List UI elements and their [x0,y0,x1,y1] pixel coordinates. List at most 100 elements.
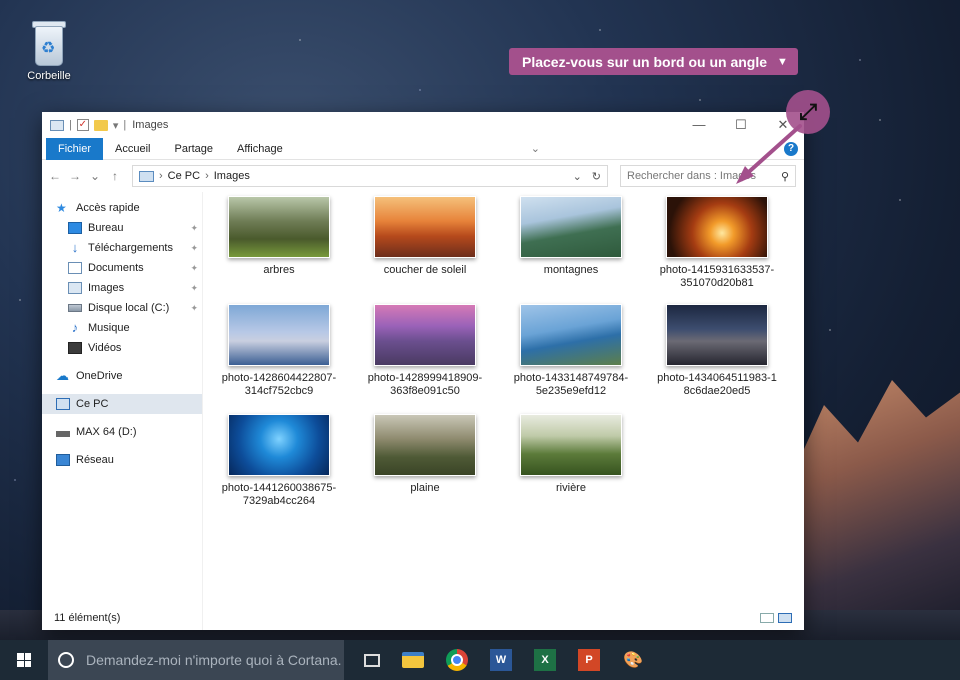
file-tile[interactable]: montagnes [511,196,631,277]
properties-icon[interactable]: ✓ [76,119,89,131]
file-tile[interactable]: photo-1434064511983-18c6dae20ed5 [657,304,777,398]
tab-share[interactable]: Partage [162,138,225,160]
ribbon-tabs: Fichier Accueil Partage Affichage ⌄ ? [42,137,804,160]
usb-drive-icon [56,431,70,437]
navigation-bar: ← → ⌄ ↑ › Ce PC › Images ⌄ ↻ Rechercher … [42,160,804,192]
sidebar-item-images[interactable]: Images ✦ [42,278,202,298]
thumbnail-snow-peak [228,304,330,366]
thumbnail-river [520,414,622,476]
tab-file[interactable]: Fichier [46,137,104,160]
file-name: rivière [556,482,586,494]
search-box[interactable]: Rechercher dans : Images ⚲ [620,165,796,187]
sidebar-item-music[interactable]: ♪ Musique [42,318,202,338]
cortana-placeholder: Demandez-moi n'importe quoi à Cortana. [86,652,342,668]
excel-icon[interactable]: X [534,649,556,671]
file-name: photo-1415931633537-351070d20b81 [659,264,775,289]
powerpoint-icon[interactable]: P [578,649,600,671]
file-tile[interactable]: plaine [365,414,485,495]
chrome-icon[interactable] [446,649,468,671]
hint-tooltip: Placez-vous sur un bord ou un angle ▼ [509,48,798,75]
sidebar-item-label: Ce PC [76,398,109,410]
window-controls: — ☐ ✕ [678,117,804,133]
sidebar-item-label: Vidéos [88,342,122,354]
sidebar-item-videos[interactable]: Vidéos [42,338,202,358]
sidebar-item-this-pc[interactable]: Ce PC [42,394,202,414]
file-tile[interactable]: photo-1428999418909-363f8e091c50 [365,304,485,398]
sidebar-item-downloads[interactable]: ↓ Téléchargements ✦ [42,238,202,258]
back-arrow-icon[interactable]: ← [48,169,62,183]
file-tile[interactable]: photo-1415931633537-351070d20b81 [657,196,777,290]
search-input[interactable]: Rechercher dans : Images [627,170,756,182]
pc-icon [139,170,154,182]
file-tile[interactable]: arbres [219,196,339,277]
recycle-bin-icon: ♻ [31,18,67,68]
sidebar-item-onedrive[interactable]: ☁ OneDrive [42,366,202,386]
tab-home[interactable]: Accueil [103,138,162,160]
large-icons-view-icon[interactable] [778,613,792,623]
pin-icon[interactable]: ✦ [190,303,198,314]
customize-toolbar-icon[interactable]: ▾ [113,119,119,132]
taskbar: Demandez-moi n'importe quoi à Cortana. W… [0,640,960,680]
task-view-icon[interactable] [364,653,380,667]
address-bar[interactable]: › Ce PC › Images ⌄ ↻ [132,165,608,187]
title-bar[interactable]: | ✓ ▾ | Images — ☐ ✕ [42,112,804,138]
hint-tooltip-text: Placez-vous sur un bord ou un angle [522,53,768,70]
triangle-down-icon: ▼ [777,55,788,68]
file-tile[interactable]: rivière [511,414,631,495]
sidebar-item-local-disk[interactable]: Disque local (C:) ✦ [42,298,202,318]
expand-ribbon-icon[interactable]: ⌄ [531,142,540,155]
word-icon[interactable]: W [490,649,512,671]
file-tile[interactable]: coucher de soleil [365,196,485,277]
search-icon[interactable]: ⚲ [781,170,789,183]
file-name: arbres [263,264,295,276]
tab-view[interactable]: Affichage [225,138,295,160]
desktop-icon-recycle-bin[interactable]: ♻ Corbeille [14,18,84,82]
help-icon[interactable]: ? [784,141,798,156]
pin-icon[interactable]: ✦ [190,283,198,294]
start-button[interactable] [0,640,48,680]
paint-icon[interactable]: 🎨 [622,649,644,671]
sidebar-item-network[interactable]: Réseau [42,450,202,470]
pin-icon[interactable]: ✦ [190,263,198,274]
sidebar-item-desktop[interactable]: Bureau ✦ [42,218,202,238]
quick-access-toolbar: | ✓ ▾ | [50,119,126,132]
file-name: photo-1441260038675-7329ab4cc264 [221,482,337,507]
sidebar-item-label: MAX 64 (D:) [76,426,137,438]
file-tile[interactable]: photo-1433148749784-5e235e9efd12 [511,304,631,398]
window-icon[interactable] [50,119,64,131]
network-icon [56,454,70,466]
thumbnail-pier [374,304,476,366]
sidebar-item-label: Bureau [88,222,124,234]
up-arrow-icon[interactable]: ↑ [108,169,122,183]
file-explorer-window[interactable]: | ✓ ▾ | Images — ☐ ✕ Fichier Accueil Par… [42,112,804,630]
cortana-search[interactable]: Demandez-moi n'importe quoi à Cortana. [48,640,344,680]
item-count: 11 élément(s) [54,612,121,624]
pin-icon[interactable]: ✦ [190,223,198,234]
forward-arrow-icon[interactable]: → [68,169,82,183]
sidebar-item-label: Documents [88,262,144,274]
file-tile[interactable]: photo-1441260038675-7329ab4cc264 [219,414,339,508]
breadcrumb-images[interactable]: Images [214,170,250,182]
address-dropdown-icon[interactable]: ⌄ [573,170,582,183]
window-title: Images [132,119,169,131]
pin-icon[interactable]: ✦ [190,243,198,254]
sidebar-item-usb-drive[interactable]: MAX 64 (D:) [42,422,202,442]
details-view-icon[interactable] [760,613,774,623]
new-folder-icon[interactable] [93,119,108,131]
download-icon: ↓ [71,240,79,255]
refresh-icon[interactable]: ↻ [592,170,601,183]
minimize-button[interactable]: — [678,117,720,133]
file-tile[interactable]: photo-1428604422807-314cf752cbc9 [219,304,339,398]
star-icon: ★ [56,201,67,215]
sidebar-item-documents[interactable]: Documents ✦ [42,258,202,278]
maximize-button[interactable]: ☐ [720,117,762,133]
sidebar-item-quick-access[interactable]: ★ Accès rapide [42,198,202,218]
sidebar-item-label: OneDrive [76,370,123,382]
thumbnail-sunset [374,196,476,258]
breadcrumb-this-pc[interactable]: Ce PC [168,170,200,182]
thumbnail-surfer-sunset [666,196,768,258]
file-explorer-icon[interactable] [402,652,424,668]
recent-locations-icon[interactable]: ⌄ [88,169,102,183]
sidebar-item-label: Téléchargements [88,242,173,254]
sidebar-item-label: Accès rapide [76,202,140,214]
